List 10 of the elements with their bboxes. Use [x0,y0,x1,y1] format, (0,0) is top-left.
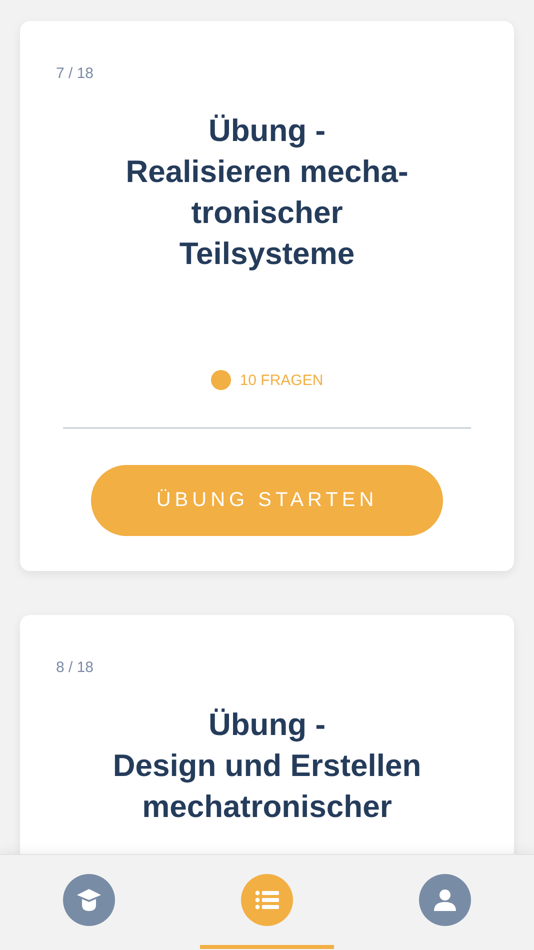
status-dot [210,370,231,390]
exercise-counter: 7 / 18 [56,65,94,82]
user-icon [433,888,457,910]
graduation-cap-icon [76,888,102,912]
question-count: 10 FRAGEN [240,372,324,388]
exercise-title: Übung - Realisieren mecha- tronischer Teilsysteme [126,112,408,273]
exercise-counter: 8 / 18 [56,659,94,676]
list-icon [255,890,279,910]
start-button[interactable]: ÜBUNG STARTEN [91,465,443,536]
exercise-title: Übung - Design und Erstellen mechatronischer [112,706,422,826]
